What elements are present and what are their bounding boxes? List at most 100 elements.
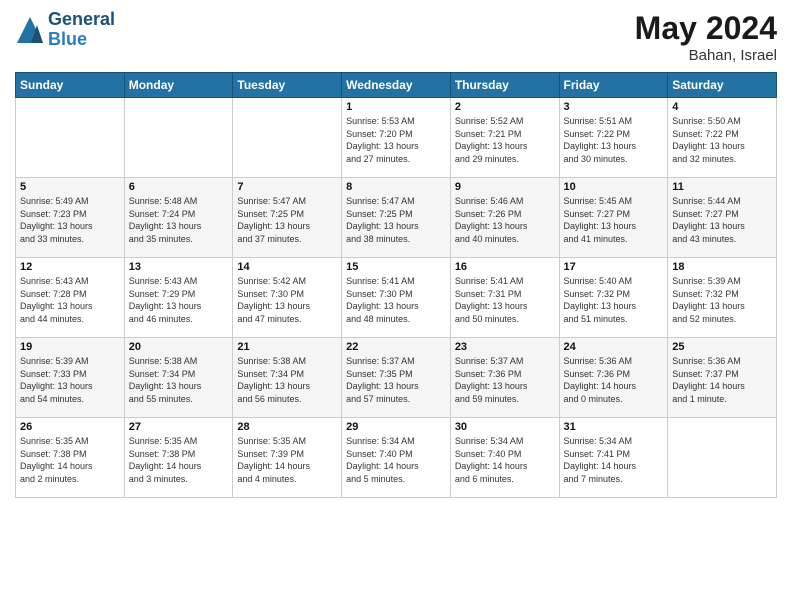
weekday-header-row: SundayMondayTuesdayWednesdayThursdayFrid…: [16, 73, 777, 98]
day-info: Sunrise: 5:44 AM Sunset: 7:27 PM Dayligh…: [672, 195, 772, 245]
day-number: 9: [455, 181, 555, 193]
logo-line2: Blue: [48, 30, 115, 50]
day-info: Sunrise: 5:46 AM Sunset: 7:26 PM Dayligh…: [455, 195, 555, 245]
calendar-cell: 25 Sunrise: 5:36 AM Sunset: 7:37 PM Dayli…: [668, 338, 777, 418]
day-number: 3: [564, 101, 664, 113]
day-number: 22: [346, 341, 446, 353]
calendar-cell: 2 Sunrise: 5:52 AM Sunset: 7:21 PM Daylig…: [450, 98, 559, 178]
calendar-cell: 30 Sunrise: 5:34 AM Sunset: 7:40 PM Dayli…: [450, 418, 559, 498]
calendar-cell: 5Sunrise: 5:49 AM Sunset: 7:23 PM Daylig…: [16, 178, 125, 258]
day-number: 6: [129, 181, 229, 193]
day-number: 31: [564, 421, 664, 433]
day-number: 25: [672, 341, 772, 353]
logo-icon: [15, 15, 45, 45]
day-number: 30: [455, 421, 555, 433]
calendar-week-row: 1 Sunrise: 5:53 AM Sunset: 7:20 PM Daylig…: [16, 98, 777, 178]
day-info: Sunrise: 5:49 AM Sunset: 7:23 PM Dayligh…: [20, 195, 120, 245]
weekday-header: Monday: [124, 73, 233, 98]
day-info: Sunrise: 5:45 AM Sunset: 7:27 PM Dayligh…: [564, 195, 664, 245]
day-number: 29: [346, 421, 446, 433]
calendar-cell: 31 Sunrise: 5:34 AM Sunset: 7:41 PM Dayli…: [559, 418, 668, 498]
day-number: 21: [237, 341, 337, 353]
calendar-table: SundayMondayTuesdayWednesdayThursdayFrid…: [15, 72, 777, 498]
logo-text: General Blue: [48, 10, 115, 50]
day-info: Sunrise: 5:47 AM Sunset: 7:25 PM Dayligh…: [346, 195, 446, 245]
day-info: Sunrise: 5:43 AM Sunset: 7:29 PM Dayligh…: [129, 275, 229, 325]
day-number: 13: [129, 261, 229, 273]
weekday-header: Wednesday: [342, 73, 451, 98]
calendar-cell: [16, 98, 125, 178]
day-info: Sunrise: 5:37 AM Sunset: 7:36 PM Dayligh…: [455, 355, 555, 405]
header: General Blue May 2024 Bahan, Israel: [15, 10, 777, 64]
calendar-cell: 1 Sunrise: 5:53 AM Sunset: 7:20 PM Daylig…: [342, 98, 451, 178]
calendar-cell: 8 Sunrise: 5:47 AM Sunset: 7:25 PM Daylig…: [342, 178, 451, 258]
calendar-week-row: 5Sunrise: 5:49 AM Sunset: 7:23 PM Daylig…: [16, 178, 777, 258]
day-info: Sunrise: 5:35 AM Sunset: 7:39 PM Dayligh…: [237, 435, 337, 485]
day-info: Sunrise: 5:34 AM Sunset: 7:40 PM Dayligh…: [455, 435, 555, 485]
month-title: May 2024: [635, 10, 777, 47]
weekday-header: Friday: [559, 73, 668, 98]
calendar-cell: 17 Sunrise: 5:40 AM Sunset: 7:32 PM Dayli…: [559, 258, 668, 338]
calendar-cell: 21 Sunrise: 5:38 AM Sunset: 7:34 PM Dayli…: [233, 338, 342, 418]
calendar-cell: 23 Sunrise: 5:37 AM Sunset: 7:36 PM Dayli…: [450, 338, 559, 418]
calendar-cell: 7 Sunrise: 5:47 AM Sunset: 7:25 PM Daylig…: [233, 178, 342, 258]
day-number: 16: [455, 261, 555, 273]
day-info: Sunrise: 5:53 AM Sunset: 7:20 PM Dayligh…: [346, 115, 446, 165]
day-number: 12: [20, 261, 120, 273]
day-number: 18: [672, 261, 772, 273]
calendar-cell: 18 Sunrise: 5:39 AM Sunset: 7:32 PM Dayli…: [668, 258, 777, 338]
calendar-cell: 3 Sunrise: 5:51 AM Sunset: 7:22 PM Daylig…: [559, 98, 668, 178]
day-info: Sunrise: 5:38 AM Sunset: 7:34 PM Dayligh…: [237, 355, 337, 405]
day-number: 7: [237, 181, 337, 193]
day-info: Sunrise: 5:47 AM Sunset: 7:25 PM Dayligh…: [237, 195, 337, 245]
day-number: 24: [564, 341, 664, 353]
calendar-week-row: 19Sunrise: 5:39 AM Sunset: 7:33 PM Dayli…: [16, 338, 777, 418]
calendar-cell: 20Sunrise: 5:38 AM Sunset: 7:34 PM Dayli…: [124, 338, 233, 418]
day-number: 28: [237, 421, 337, 433]
calendar-week-row: 12 Sunrise: 5:43 AM Sunset: 7:28 PM Dayli…: [16, 258, 777, 338]
day-number: 2: [455, 101, 555, 113]
calendar-cell: 11 Sunrise: 5:44 AM Sunset: 7:27 PM Dayli…: [668, 178, 777, 258]
calendar-cell: 19Sunrise: 5:39 AM Sunset: 7:33 PM Dayli…: [16, 338, 125, 418]
day-number: 19: [20, 341, 120, 353]
day-info: Sunrise: 5:36 AM Sunset: 7:37 PM Dayligh…: [672, 355, 772, 405]
day-info: Sunrise: 5:50 AM Sunset: 7:22 PM Dayligh…: [672, 115, 772, 165]
calendar-cell: 9 Sunrise: 5:46 AM Sunset: 7:26 PM Daylig…: [450, 178, 559, 258]
weekday-header: Saturday: [668, 73, 777, 98]
day-info: Sunrise: 5:51 AM Sunset: 7:22 PM Dayligh…: [564, 115, 664, 165]
day-info: Sunrise: 5:34 AM Sunset: 7:41 PM Dayligh…: [564, 435, 664, 485]
day-number: 14: [237, 261, 337, 273]
day-number: 26: [20, 421, 120, 433]
page-container: General Blue May 2024 Bahan, Israel Sund…: [0, 0, 792, 508]
calendar-cell: 29Sunrise: 5:34 AM Sunset: 7:40 PM Dayli…: [342, 418, 451, 498]
day-info: Sunrise: 5:43 AM Sunset: 7:28 PM Dayligh…: [20, 275, 120, 325]
day-info: Sunrise: 5:39 AM Sunset: 7:32 PM Dayligh…: [672, 275, 772, 325]
day-info: Sunrise: 5:48 AM Sunset: 7:24 PM Dayligh…: [129, 195, 229, 245]
calendar-cell: [233, 98, 342, 178]
day-info: Sunrise: 5:42 AM Sunset: 7:30 PM Dayligh…: [237, 275, 337, 325]
calendar-cell: 12 Sunrise: 5:43 AM Sunset: 7:28 PM Dayli…: [16, 258, 125, 338]
calendar-cell: 26 Sunrise: 5:35 AM Sunset: 7:38 PM Dayli…: [16, 418, 125, 498]
day-number: 15: [346, 261, 446, 273]
weekday-header: Sunday: [16, 73, 125, 98]
day-number: 8: [346, 181, 446, 193]
day-number: 1: [346, 101, 446, 113]
day-number: 4: [672, 101, 772, 113]
calendar-cell: 4 Sunrise: 5:50 AM Sunset: 7:22 PM Daylig…: [668, 98, 777, 178]
day-info: Sunrise: 5:35 AM Sunset: 7:38 PM Dayligh…: [129, 435, 229, 485]
day-number: 17: [564, 261, 664, 273]
calendar-week-row: 26 Sunrise: 5:35 AM Sunset: 7:38 PM Dayli…: [16, 418, 777, 498]
calendar-cell: 13 Sunrise: 5:43 AM Sunset: 7:29 PM Dayli…: [124, 258, 233, 338]
weekday-header: Thursday: [450, 73, 559, 98]
day-info: Sunrise: 5:41 AM Sunset: 7:31 PM Dayligh…: [455, 275, 555, 325]
day-number: 23: [455, 341, 555, 353]
day-number: 10: [564, 181, 664, 193]
day-number: 11: [672, 181, 772, 193]
day-info: Sunrise: 5:35 AM Sunset: 7:38 PM Dayligh…: [20, 435, 120, 485]
calendar-cell: 27Sunrise: 5:35 AM Sunset: 7:38 PM Dayli…: [124, 418, 233, 498]
day-info: Sunrise: 5:52 AM Sunset: 7:21 PM Dayligh…: [455, 115, 555, 165]
calendar-cell: [668, 418, 777, 498]
day-info: Sunrise: 5:40 AM Sunset: 7:32 PM Dayligh…: [564, 275, 664, 325]
day-info: Sunrise: 5:41 AM Sunset: 7:30 PM Dayligh…: [346, 275, 446, 325]
weekday-header: Tuesday: [233, 73, 342, 98]
